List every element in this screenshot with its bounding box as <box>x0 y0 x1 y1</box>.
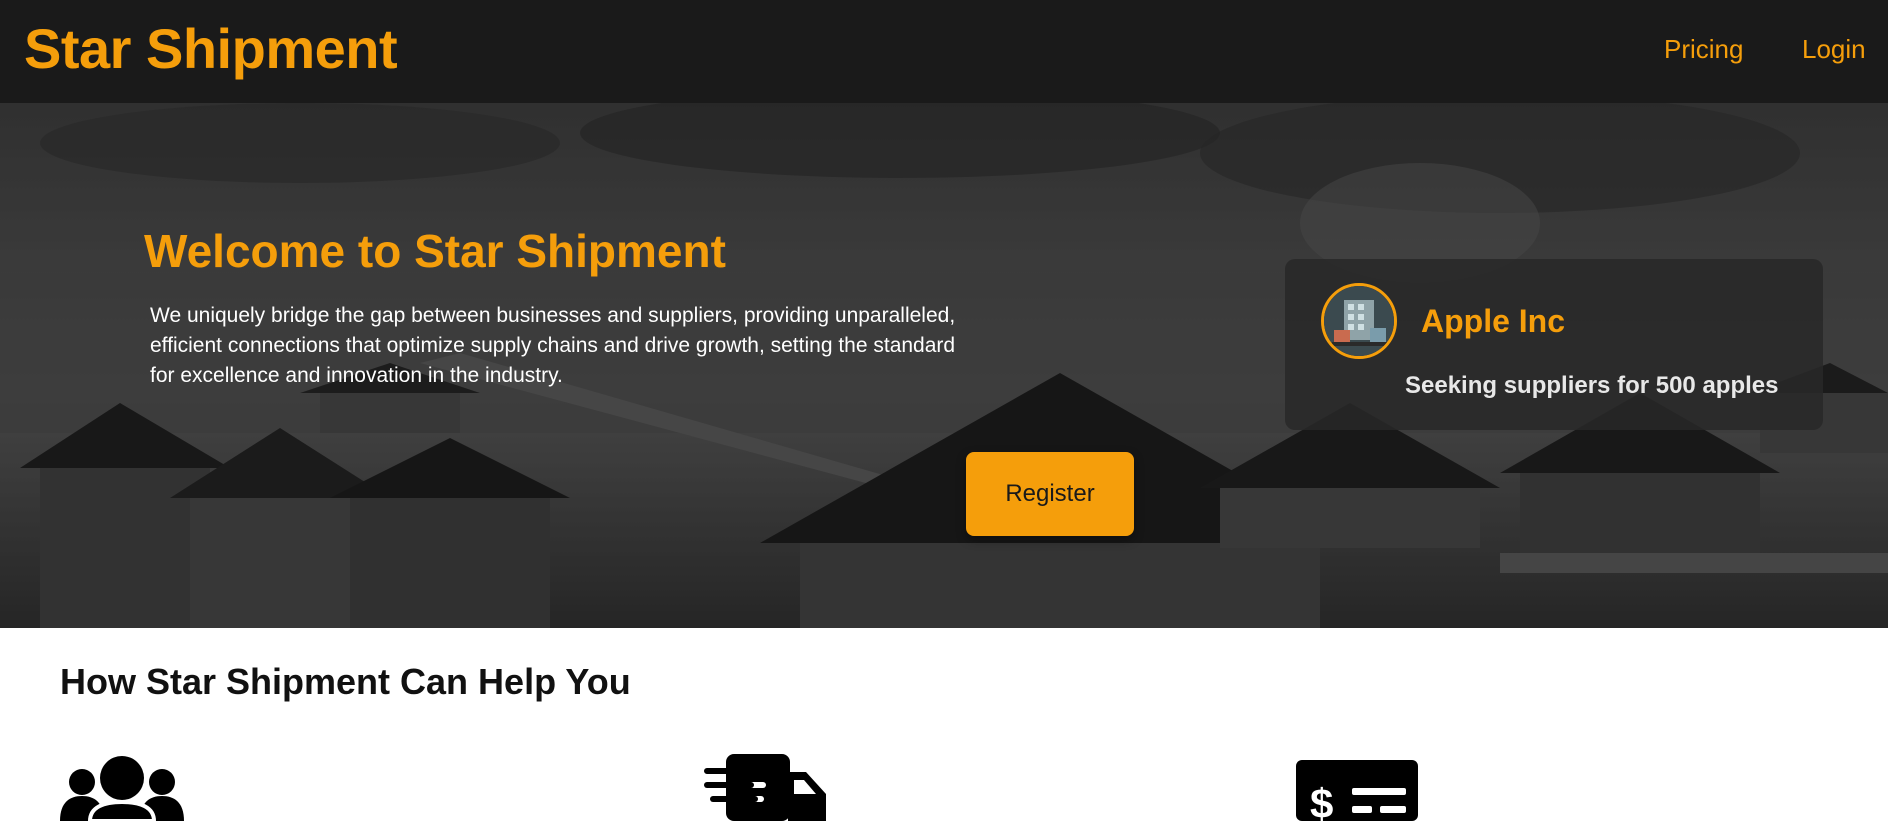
card-company-name: Apple Inc <box>1421 303 1566 339</box>
hero-title: Welcome to Star Shipment <box>144 225 726 277</box>
brand-logo[interactable]: Star Shipment <box>24 16 398 82</box>
hero-section: Welcome to Star Shipment We uniquely bri… <box>0 103 1888 628</box>
register-button[interactable]: Register <box>966 452 1134 536</box>
request-card[interactable]: Apple Inc Seeking suppliers for 500 appl… <box>1285 259 1823 430</box>
hero-description: We uniquely bridge the gap between busin… <box>150 304 956 387</box>
building-avatar-icon <box>1321 283 1397 359</box>
users-icon <box>60 756 184 821</box>
svg-text:$: $ <box>1310 780 1333 821</box>
truck-icon <box>704 754 826 821</box>
nav-link-login[interactable]: Login <box>1802 32 1866 66</box>
nav-link-pricing[interactable]: Pricing <box>1664 32 1743 66</box>
card-request-text: Seeking suppliers for 500 apples <box>1405 372 1779 399</box>
navbar: Star Shipment Pricing Login <box>0 0 1888 103</box>
section-title: How Star Shipment Can Help You <box>60 661 631 702</box>
money-check-icon: $ <box>1296 760 1418 821</box>
